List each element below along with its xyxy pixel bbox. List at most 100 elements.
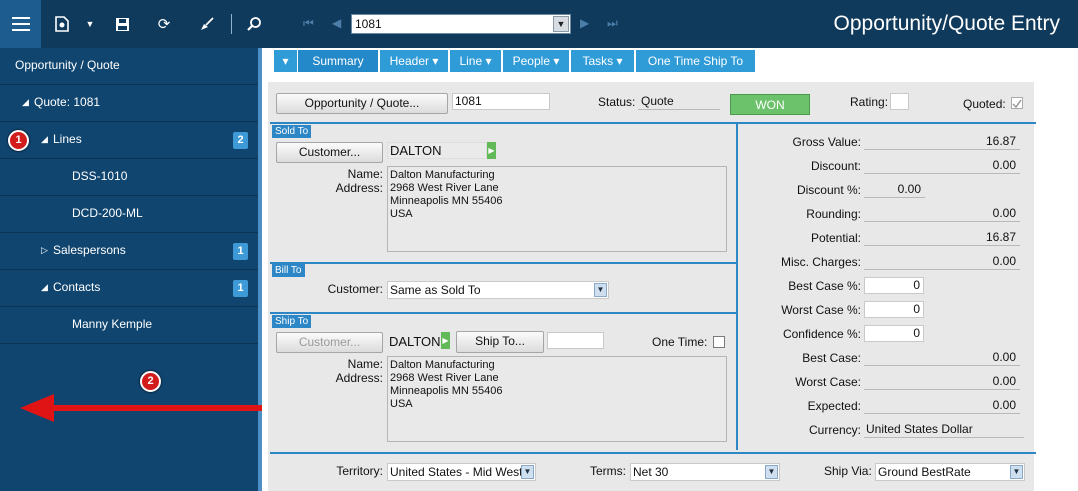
tab-label: Summary	[312, 54, 364, 68]
next-icon[interactable]: ▶	[580, 16, 589, 30]
chevron-down-icon[interactable]: ▼	[765, 465, 778, 479]
tab-label: Line	[459, 54, 483, 68]
discount-value: 0.00	[864, 157, 1020, 174]
status-value: Quote	[638, 93, 720, 110]
best-case-value: 0.00	[864, 349, 1020, 366]
ship-via-label: Ship Via:	[824, 464, 872, 478]
record-combo[interactable]: 1081 ▼	[351, 14, 571, 34]
arrow-right-icon[interactable]: ▶	[441, 332, 450, 349]
save-icon[interactable]	[112, 14, 132, 34]
ship-to-address-box[interactable]: Dalton Manufacturing 2968 West River Lan…	[387, 356, 727, 442]
tab-collapse[interactable]: ▾	[274, 50, 297, 72]
tab-label: Header	[389, 54, 429, 68]
terms-select[interactable]: Net 30 ▼	[630, 463, 780, 481]
select-value: Ground BestRate	[878, 465, 971, 479]
potential-label: Potential:	[810, 231, 861, 245]
count-badge: 1	[233, 243, 248, 260]
sidebar-header[interactable]: Opportunity / Quote	[0, 48, 258, 85]
dropdown-icon[interactable]: ▼	[80, 14, 100, 34]
tab-people[interactable]: People ▾	[503, 50, 569, 72]
expected-label: Expected:	[807, 399, 861, 413]
sold-to-customer-field[interactable]: DALTON	[387, 142, 487, 159]
sold-to-name-label: Name:	[347, 167, 383, 181]
count-badge: 2	[233, 132, 248, 149]
sold-to-customer-button[interactable]: Customer...	[276, 142, 383, 163]
won-button[interactable]: WON	[730, 94, 810, 115]
ship-to-button[interactable]: Ship To...	[456, 331, 544, 353]
bill-to-customer-select[interactable]: Same as Sold To ▼	[387, 281, 609, 299]
terms-label: Terms:	[590, 464, 626, 478]
ship-to-customer-value: DALTON	[389, 334, 441, 349]
ship-to-code-field[interactable]	[547, 332, 604, 349]
tab-label: Tasks	[582, 54, 614, 68]
menu-button[interactable]	[0, 0, 41, 48]
sidebar-item-dss-1010[interactable]: DSS-1010	[0, 159, 258, 196]
one-time-checkbox[interactable]	[713, 336, 725, 348]
quoted-label: Quoted:	[963, 97, 1006, 111]
potential-value: 16.87	[864, 229, 1020, 246]
ship-to-customer-button[interactable]: Customer...	[276, 332, 383, 353]
tab-line[interactable]: Line ▾	[450, 50, 501, 72]
callout-marker: 2	[140, 371, 161, 392]
territory-select[interactable]: United States - Mid West ▼	[387, 463, 536, 481]
misc-charges-label: Misc. Charges:	[780, 255, 861, 269]
misc-charges-value: 0.00	[864, 253, 1020, 270]
tab-tasks[interactable]: Tasks ▾	[571, 50, 634, 72]
sidebar-item-salespersons[interactable]: ▷ Salespersons 1	[0, 233, 258, 270]
gross-value: 16.87	[864, 133, 1020, 150]
new-icon[interactable]	[52, 14, 72, 34]
sidebar-item-lines[interactable]: ◢ Lines 2	[0, 122, 258, 159]
rating-field[interactable]	[890, 93, 909, 110]
tab-summary[interactable]: Summary	[298, 50, 378, 72]
tab-header[interactable]: Header ▾	[380, 50, 448, 72]
first-icon[interactable]: ⏮	[303, 16, 314, 31]
collapsed-icon[interactable]: ▷	[41, 245, 48, 256]
status-label: Status:	[598, 95, 636, 109]
address-line: USA	[390, 398, 413, 410]
last-icon[interactable]: ⏭	[607, 16, 618, 31]
confidence-percent-field[interactable]: 0	[864, 325, 924, 342]
expected-value: 0.00	[864, 397, 1020, 414]
arrow-right-icon[interactable]: ▶	[487, 142, 496, 159]
callout-marker: 1	[8, 130, 29, 151]
divider	[736, 124, 738, 450]
expanded-icon[interactable]: ◢	[41, 134, 48, 145]
ship-to-name-label: Name:	[347, 357, 383, 371]
sidebar-item-dcd-200-ml[interactable]: DCD-200-ML	[0, 196, 258, 233]
prev-icon[interactable]: ◀	[332, 16, 341, 30]
divider	[270, 312, 736, 314]
opportunity-quote-button[interactable]: Opportunity / Quote...	[276, 93, 448, 114]
confidence-percent-label: Confidence %:	[782, 327, 861, 341]
chevron-down-icon[interactable]: ▼	[1010, 465, 1023, 479]
chevron-down-icon[interactable]: ▼	[553, 16, 569, 32]
select-value: United States - Mid West	[390, 465, 523, 479]
address-line: Minneapolis MN 55406	[390, 195, 503, 207]
sidebar-item-manny-kemple[interactable]: Manny Kemple	[0, 307, 258, 344]
refresh-icon[interactable]: ⟳	[154, 14, 174, 34]
worst-case-percent-field[interactable]: 0	[864, 301, 924, 318]
ship-to-section-title: Ship To	[272, 315, 312, 328]
territory-label: Territory:	[336, 464, 383, 478]
quoted-checkbox[interactable]	[1011, 97, 1023, 109]
address-line: USA	[390, 208, 413, 220]
search-icon[interactable]	[244, 14, 264, 34]
tab-one-time-ship-to[interactable]: One Time Ship To	[636, 50, 755, 72]
quote-number-field[interactable]: 1081	[452, 93, 550, 110]
worst-case-value: 0.00	[864, 373, 1020, 390]
sidebar-item-quote[interactable]: ◢ Quote: 1081	[0, 85, 258, 122]
expanded-icon[interactable]: ◢	[22, 97, 29, 108]
sidebar-item-label: Quote: 1081	[34, 95, 101, 109]
sold-to-section-title: Sold To	[272, 125, 312, 138]
best-case-percent-field[interactable]: 0	[864, 277, 924, 294]
clear-icon[interactable]	[197, 14, 217, 34]
chevron-down-icon[interactable]: ▼	[594, 283, 607, 297]
discount-percent-value: 0.00	[864, 181, 925, 198]
chevron-down-icon[interactable]: ▼	[521, 465, 534, 479]
best-case-label: Best Case:	[802, 351, 861, 365]
sidebar-item-contacts[interactable]: ◢ Contacts 1	[0, 270, 258, 307]
select-value: Net 30	[633, 465, 669, 479]
app-title: Opportunity/Quote Entry	[833, 12, 1060, 35]
expanded-icon[interactable]: ◢	[41, 282, 48, 293]
sold-to-address-box[interactable]: Dalton Manufacturing 2968 West River Lan…	[387, 166, 727, 252]
ship-via-select[interactable]: Ground BestRate ▼	[875, 463, 1025, 481]
